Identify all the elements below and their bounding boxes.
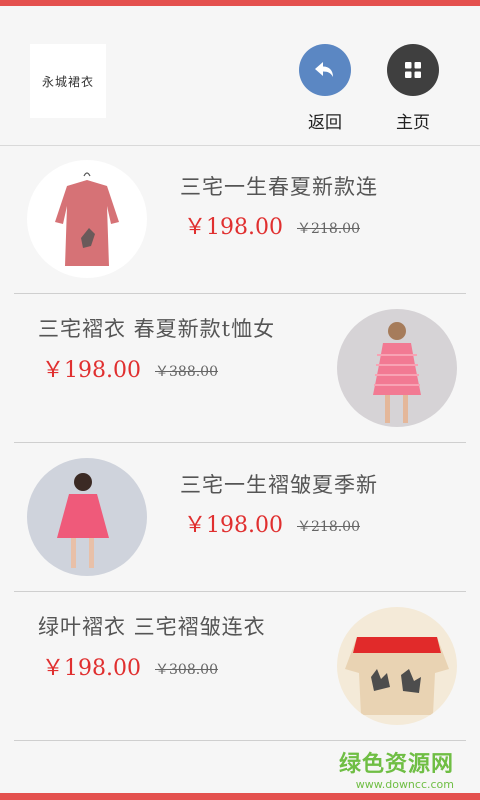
product-item[interactable]: 绿叶褶衣 三宅褶皱连衣 ￥198.00 ￥308.00 [14,592,466,741]
product-title[interactable]: 三宅褶衣 春夏新款t恤女 [38,313,275,343]
product-original-price: ￥308.00 [155,662,218,678]
back-label[interactable]: 返回 [295,108,355,133]
product-item[interactable]: 三宅褶衣 春夏新款t恤女 ￥198.00 ￥388.00 [14,294,466,443]
product-image[interactable] [337,607,457,725]
product-title[interactable]: 三宅一生春夏新款连 [180,171,378,201]
store-logo-text: 永城裙衣 [41,74,94,89]
home-label[interactable]: 主页 [383,108,443,133]
product-image[interactable] [27,458,147,576]
watermark: 绿色资源网 www.downcc.com [339,746,454,791]
bottom-accent-bar [0,793,480,800]
store-logo[interactable]: 永城裙衣 [30,44,106,118]
product-price: ￥198.00 [42,656,141,681]
product-image[interactable] [337,309,457,427]
product-price: ￥198.00 [184,513,283,538]
product-original-price: ￥218.00 [297,221,360,237]
home-button[interactable]: 主页 [383,44,443,133]
product-image[interactable] [27,160,147,278]
product-title[interactable]: 三宅一生褶皱夏季新 [180,469,378,499]
watermark-title: 绿色资源网 [338,752,454,777]
product-original-price: ￥218.00 [297,519,360,535]
product-price: ￥198.00 [42,358,141,383]
undo-arrow-icon[interactable] [299,44,351,96]
grid-icon[interactable] [387,44,439,96]
product-original-price: ￥388.00 [155,364,218,380]
header: 永城裙衣 返回 主页 [0,6,480,146]
watermark-url: www.downcc.com [355,778,454,791]
back-button[interactable]: 返回 [295,44,355,133]
product-title[interactable]: 绿叶褶衣 三宅褶皱连衣 [38,611,266,641]
product-item[interactable]: 三宅一生褶皱夏季新 ￥198.00 ￥218.00 [14,443,466,592]
product-item[interactable]: 三宅一生春夏新款连 ￥198.00 ￥218.00 [14,145,466,294]
product-price: ￥198.00 [184,215,283,240]
